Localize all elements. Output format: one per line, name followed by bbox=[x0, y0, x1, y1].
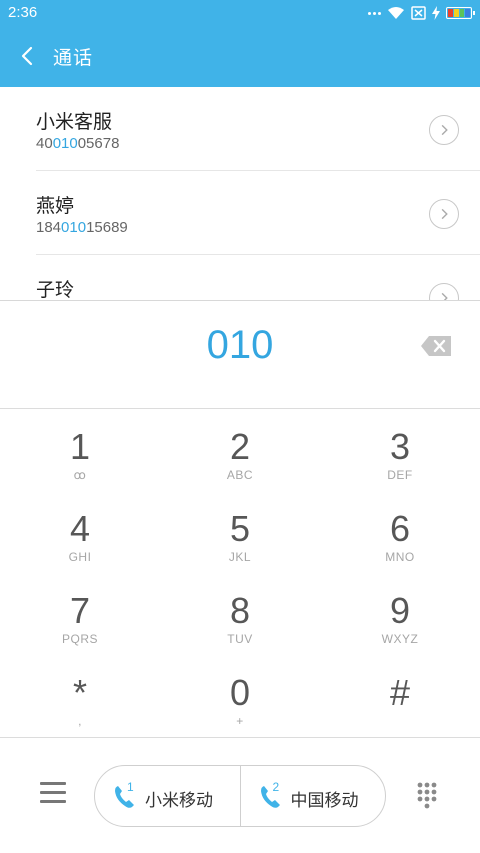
menu-icon[interactable] bbox=[40, 782, 66, 804]
key-letters: GHI bbox=[68, 550, 92, 564]
carrier-name: 中国移动 bbox=[290, 791, 359, 811]
voicemail-icon: ꝏ bbox=[73, 468, 87, 482]
key-2[interactable]: 2 ABC bbox=[160, 409, 320, 491]
key-digit: 5 bbox=[229, 508, 251, 549]
contact-suggestion-list: 小米客服 4001005678 燕婷 18401015689 子玲 bbox=[0, 87, 480, 301]
key-letters: + bbox=[236, 714, 244, 728]
call-sim2-button[interactable]: 2 中国移动 bbox=[239, 766, 386, 826]
key-letters: JKL bbox=[228, 550, 252, 564]
no-sim-icon bbox=[411, 6, 426, 20]
key-digit: 2 bbox=[229, 426, 251, 467]
key-letters: ABC bbox=[226, 468, 254, 482]
key-letters: TUV bbox=[227, 632, 253, 646]
key-digit: 1 bbox=[69, 426, 91, 467]
dialpad-toggle-icon[interactable] bbox=[417, 782, 437, 810]
page-title: 通话 bbox=[53, 47, 94, 69]
status-bar: 2:36 bbox=[0, 0, 480, 26]
more-dots-icon bbox=[368, 11, 381, 15]
key-digit: # bbox=[389, 672, 411, 713]
key-8[interactable]: 8 TUV bbox=[160, 573, 320, 655]
call-action-bar: 1 小米移动 2 中国移动 bbox=[0, 737, 480, 853]
key-4[interactable]: 4 GHI bbox=[0, 491, 160, 573]
key-5[interactable]: 5 JKL bbox=[160, 491, 320, 573]
contact-detail-chevron-icon[interactable] bbox=[429, 283, 459, 301]
carrier-name: 小米移动 bbox=[145, 791, 213, 811]
number-match-highlight: 010 bbox=[61, 219, 87, 236]
key-1[interactable]: 1 ꝏ bbox=[0, 409, 160, 491]
key-9[interactable]: 9 WXYZ bbox=[320, 573, 480, 655]
key-digit: 9 bbox=[389, 590, 411, 631]
contact-name: 燕婷 bbox=[36, 195, 75, 217]
call-sim1-button[interactable]: 1 小米移动 bbox=[95, 766, 240, 826]
key-digit: 3 bbox=[389, 426, 411, 467]
number-match-highlight: 010 bbox=[52, 135, 78, 152]
status-icons bbox=[368, 5, 475, 21]
dial-keypad: 1 ꝏ 2 ABC 3 DEF 4 GHI 5 JKL 6 MNO 7 PQRS… bbox=[0, 409, 480, 737]
contact-detail-chevron-icon[interactable] bbox=[429, 115, 459, 145]
key-letters: DEF bbox=[387, 468, 413, 482]
sim-slot-number: 1 bbox=[127, 780, 134, 794]
contact-item[interactable]: 小米客服 4001005678 bbox=[0, 87, 480, 171]
contact-name: 小米客服 bbox=[36, 111, 113, 133]
key-star[interactable]: * , bbox=[0, 655, 160, 737]
contact-detail-chevron-icon[interactable] bbox=[429, 199, 459, 229]
status-time: 2:36 bbox=[8, 4, 38, 21]
wifi-icon bbox=[388, 7, 404, 19]
key-letters: MNO bbox=[385, 550, 415, 564]
key-7[interactable]: 7 PQRS bbox=[0, 573, 160, 655]
battery-icon bbox=[446, 7, 475, 19]
key-3[interactable]: 3 DEF bbox=[320, 409, 480, 491]
app-header: 通话 bbox=[0, 26, 480, 87]
key-6[interactable]: 6 MNO bbox=[320, 491, 480, 573]
contact-number: 4001005678 bbox=[36, 135, 120, 152]
key-0[interactable]: 0 + bbox=[160, 655, 320, 737]
sim-slot-number: 2 bbox=[272, 780, 280, 794]
sim-call-buttons: 1 小米移动 2 中国移动 bbox=[94, 765, 386, 827]
contact-number: 18401015689 bbox=[36, 219, 128, 236]
key-digit: * bbox=[72, 672, 87, 713]
dialed-number: 010 bbox=[206, 323, 274, 367]
key-letters: , bbox=[78, 714, 82, 728]
key-digit: 6 bbox=[389, 508, 411, 549]
backspace-icon[interactable] bbox=[420, 335, 452, 357]
key-digit: 0 bbox=[229, 672, 251, 713]
back-arrow-icon[interactable] bbox=[14, 42, 42, 70]
key-letters: PQRS bbox=[61, 632, 98, 646]
key-letters: WXYZ bbox=[381, 632, 419, 646]
key-digit: 4 bbox=[69, 508, 91, 549]
charging-icon bbox=[432, 6, 440, 20]
key-digit: 7 bbox=[69, 590, 91, 631]
key-digit: 8 bbox=[229, 590, 251, 631]
contact-name: 子玲 bbox=[36, 279, 75, 301]
contact-item[interactable]: 子玲 bbox=[0, 255, 480, 301]
contact-item[interactable]: 燕婷 18401015689 bbox=[0, 171, 480, 255]
dial-display: 010 bbox=[0, 300, 480, 409]
key-hash[interactable]: # bbox=[320, 655, 480, 737]
